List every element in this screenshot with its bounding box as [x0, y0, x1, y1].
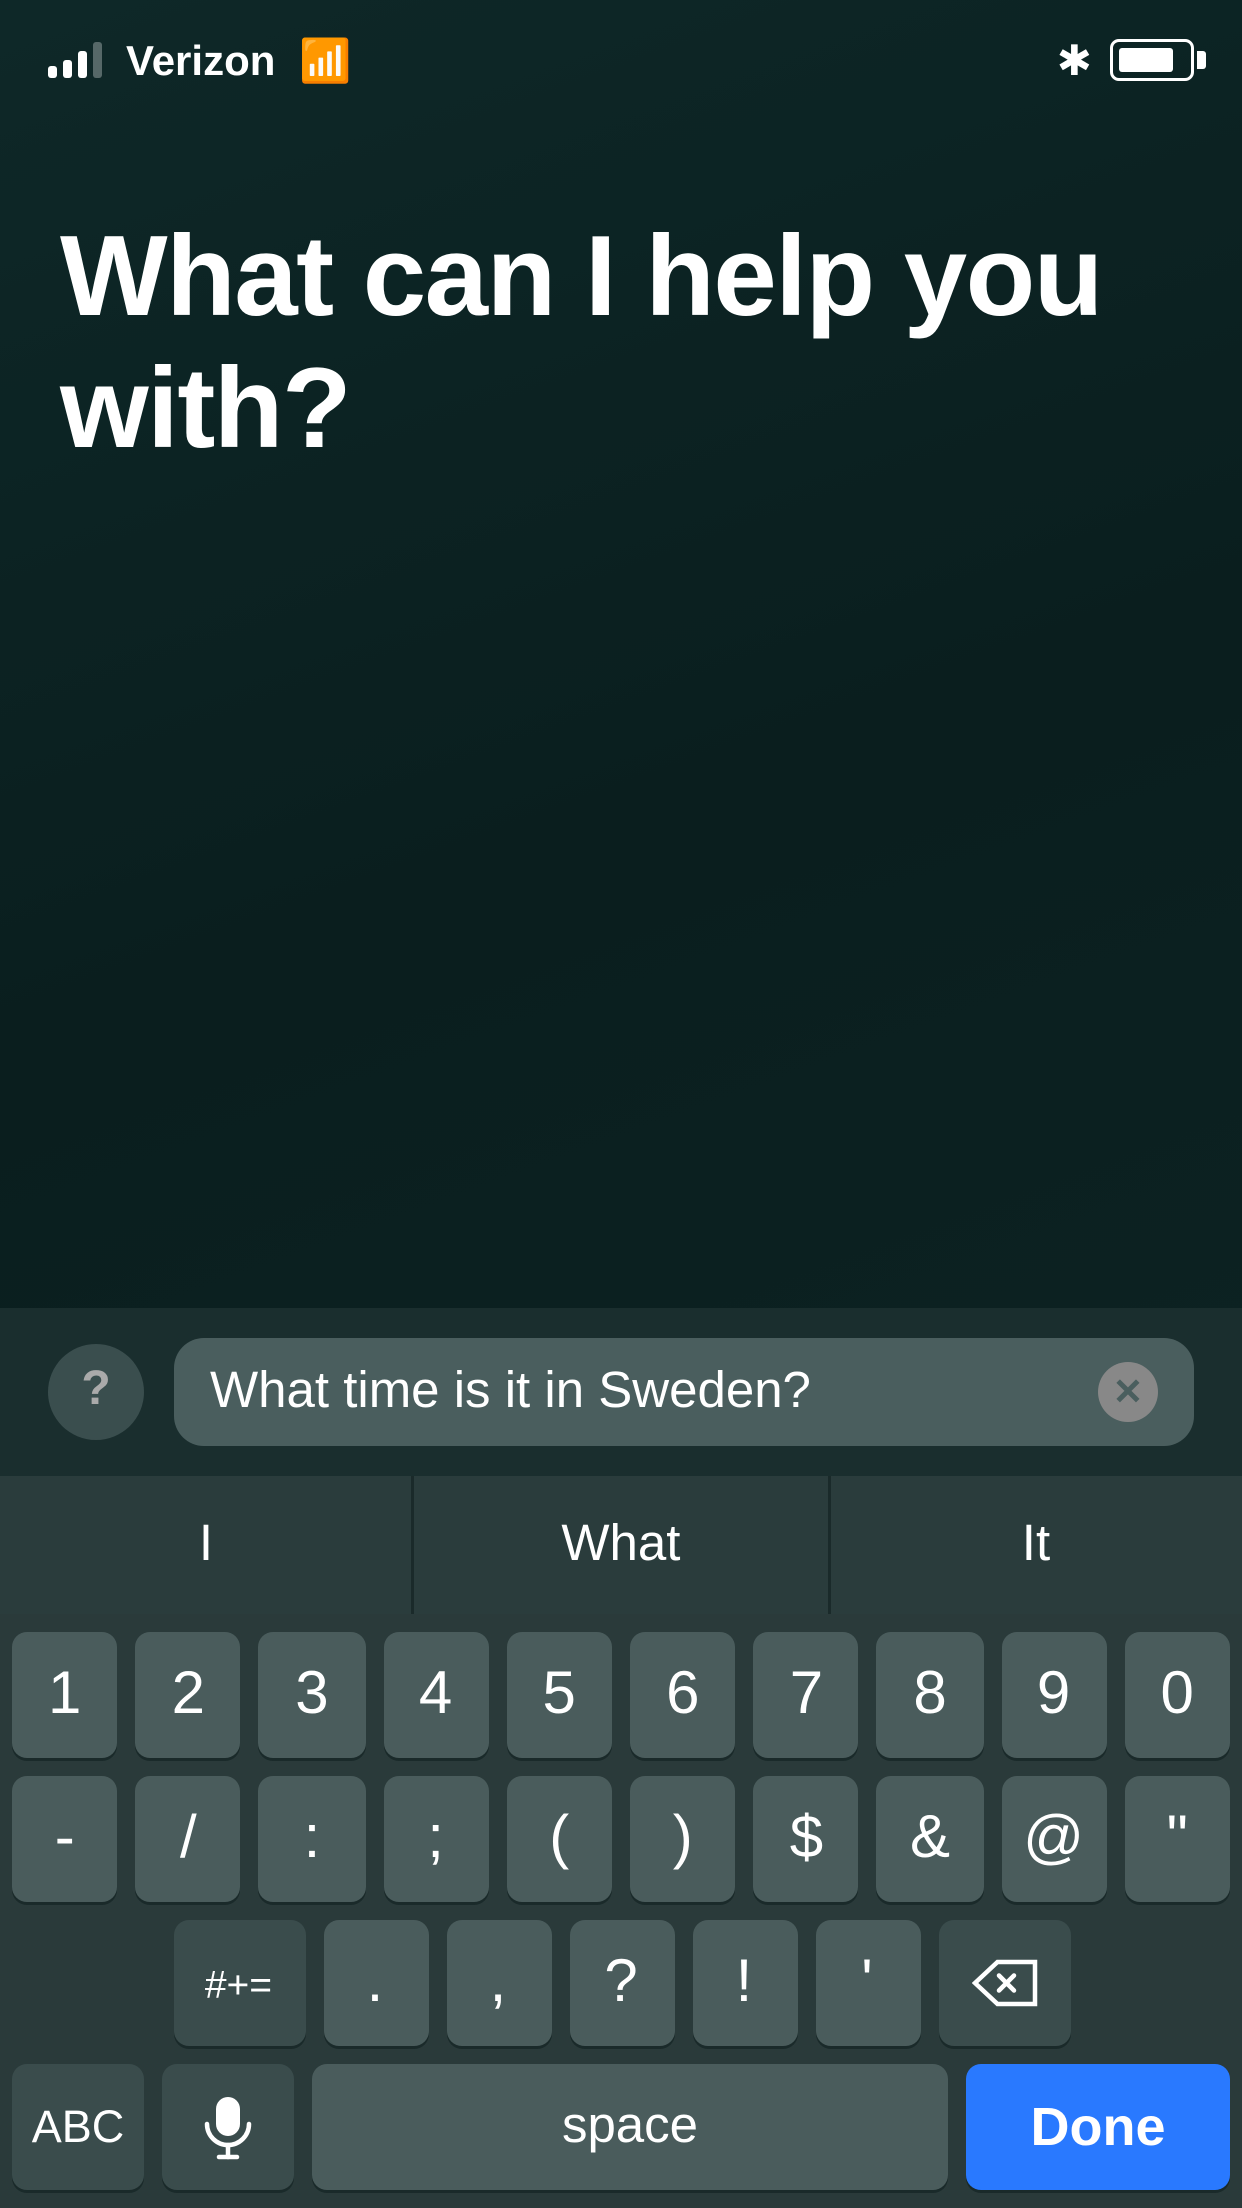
predictive-bar: I What It [0, 1476, 1242, 1614]
battery-icon [1110, 39, 1194, 81]
predictive-item-3[interactable]: It [830, 1476, 1242, 1614]
battery-container [1110, 39, 1194, 81]
key-at[interactable]: @ [1001, 1776, 1107, 1902]
number-row: 1 2 3 4 5 6 7 8 9 0 [0, 1614, 1242, 1758]
key-3[interactable]: 3 [259, 1632, 365, 1758]
key-4[interactable]: 4 [383, 1632, 489, 1758]
key-done[interactable]: Done [966, 2064, 1230, 2190]
key-5[interactable]: 5 [506, 1632, 612, 1758]
key-8[interactable]: 8 [877, 1632, 983, 1758]
clear-icon: ✕ [1113, 1374, 1143, 1410]
help-button[interactable]: ? [48, 1344, 144, 1440]
status-bar: Verizon 📶 ✱ [0, 0, 1242, 108]
key-abc[interactable]: ABC [12, 2064, 144, 2190]
symbol-row-1: - / : ; ( ) $ & @ " [0, 1758, 1242, 1902]
key-0[interactable]: 0 [1124, 1632, 1230, 1758]
key-quote[interactable]: " [1124, 1776, 1230, 1902]
carrier-name: Verizon [126, 36, 275, 84]
key-7[interactable]: 7 [754, 1632, 860, 1758]
main-content: What can I help you with? [0, 108, 1242, 1308]
predictive-item-1[interactable]: I [0, 1476, 415, 1614]
key-slash[interactable]: / [136, 1776, 242, 1902]
key-2[interactable]: 2 [136, 1632, 242, 1758]
help-icon: ? [81, 1365, 110, 1419]
key-question[interactable]: ? [569, 1920, 674, 2046]
key-dollar[interactable]: $ [754, 1776, 860, 1902]
key-apostrophe[interactable]: ' [815, 1920, 920, 2046]
signal-bar-2 [63, 60, 72, 78]
delete-key[interactable] [938, 1920, 1070, 2046]
signal-bar-1 [48, 66, 57, 78]
input-area: ? What time is it in Sweden? ✕ [0, 1308, 1242, 1476]
status-left: Verizon 📶 [48, 35, 352, 86]
signal-bar-4 [93, 42, 102, 78]
key-period[interactable]: . [323, 1920, 428, 2046]
symbol-row-2: #+= . , ? ! ' [0, 1902, 1242, 2046]
signal-bar-3 [78, 51, 87, 78]
key-close-paren[interactable]: ) [630, 1776, 736, 1902]
key-exclamation[interactable]: ! [692, 1920, 797, 2046]
key-space[interactable]: space [312, 2064, 948, 2190]
bottom-row: ABC space Done [0, 2046, 1242, 2208]
key-comma[interactable]: , [446, 1920, 551, 2046]
key-6[interactable]: 6 [630, 1632, 736, 1758]
status-right: ✱ [1057, 35, 1194, 86]
key-semicolon[interactable]: ; [383, 1776, 489, 1902]
key-more-symbols[interactable]: #+= [173, 1920, 305, 2046]
key-open-paren[interactable]: ( [506, 1776, 612, 1902]
key-9[interactable]: 9 [1001, 1632, 1107, 1758]
siri-greeting: What can I help you with? [60, 216, 1182, 478]
bluetooth-icon: ✱ [1057, 35, 1092, 86]
key-1[interactable]: 1 [12, 1632, 118, 1758]
search-input-text: What time is it in Sweden? [210, 1362, 1098, 1422]
key-ampersand[interactable]: & [877, 1776, 983, 1902]
predictive-item-2[interactable]: What [415, 1476, 830, 1614]
key-mic[interactable] [162, 2064, 294, 2190]
wifi-icon: 📶 [299, 35, 351, 86]
key-colon[interactable]: : [259, 1776, 365, 1902]
key-dash[interactable]: - [12, 1776, 118, 1902]
search-input-wrapper[interactable]: What time is it in Sweden? ✕ [174, 1338, 1194, 1446]
keyboard: 1 2 3 4 5 6 7 8 9 0 - / : ; ( ) $ & [0, 1614, 1242, 2208]
battery-fill [1119, 48, 1172, 72]
signal-bars [48, 42, 102, 78]
clear-button[interactable]: ✕ [1098, 1362, 1158, 1422]
